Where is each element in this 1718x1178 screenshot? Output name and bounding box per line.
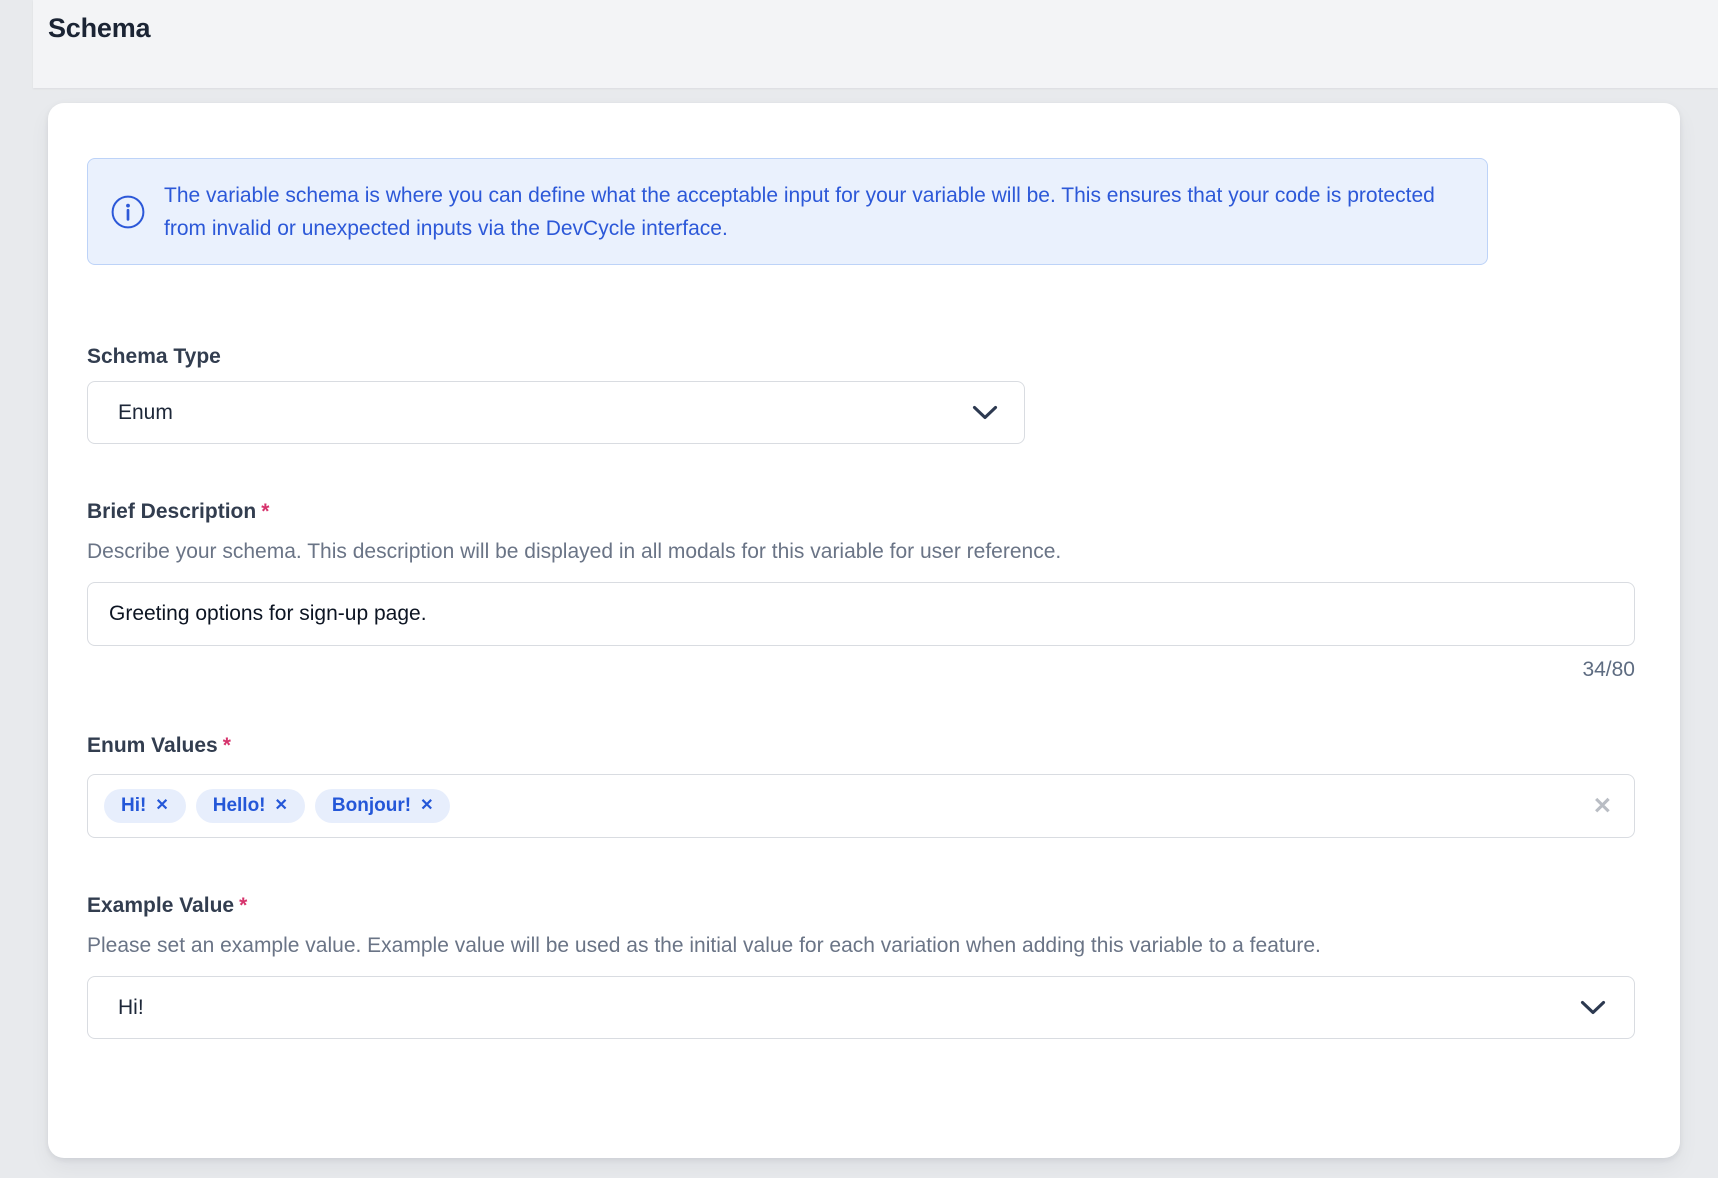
enum-tag: Hello! ✕ [196, 789, 305, 823]
clear-all-icon[interactable]: ✕ [1593, 795, 1612, 818]
example-value-selected: Hi! [118, 996, 144, 1020]
enum-values-input[interactable]: Hi! ✕ Hello! ✕ Bonjour! ✕ ✕ [87, 774, 1635, 838]
schema-type-value: Enum [118, 401, 173, 425]
chevron-down-icon [972, 405, 998, 420]
page-title: Schema [48, 13, 1718, 44]
example-value-select[interactable]: Hi! [87, 976, 1635, 1039]
required-asterisk: * [239, 894, 247, 917]
info-banner-text: The variable schema is where you can def… [164, 179, 1457, 245]
enum-tag-label: Hello! [213, 795, 266, 817]
enum-tag: Hi! ✕ [104, 789, 186, 823]
schema-type-select[interactable]: Enum [87, 381, 1025, 444]
example-value-label: Example Value* [87, 894, 1635, 918]
required-asterisk: * [261, 500, 269, 523]
info-banner: The variable schema is where you can def… [87, 158, 1488, 265]
tag-remove-icon[interactable]: ✕ [275, 798, 288, 814]
schema-type-field: Schema Type Enum [87, 345, 1635, 444]
brief-description-field: Brief Description* Describe your schema.… [87, 500, 1635, 682]
info-icon [111, 195, 145, 229]
enum-values-label: Enum Values* [87, 734, 1635, 758]
tag-remove-icon[interactable]: ✕ [420, 798, 433, 814]
brief-description-helper: Describe your schema. This description w… [87, 540, 1635, 564]
enum-tag: Bonjour! ✕ [315, 789, 451, 823]
enum-values-field: Enum Values* Hi! ✕ Hello! ✕ Bonjour! ✕ ✕ [87, 734, 1635, 838]
char-counter: 34/80 [87, 658, 1635, 682]
brief-description-label: Brief Description* [87, 500, 1635, 524]
tag-remove-icon[interactable]: ✕ [155, 798, 168, 814]
schema-type-label: Schema Type [87, 345, 1635, 369]
enum-tag-label: Bonjour! [332, 795, 411, 817]
enum-tag-label: Hi! [121, 795, 146, 817]
page-header: Schema [33, 0, 1718, 88]
brief-description-input[interactable] [87, 582, 1635, 646]
schema-card: The variable schema is where you can def… [48, 103, 1680, 1158]
required-asterisk: * [223, 734, 231, 757]
example-value-helper: Please set an example value. Example val… [87, 934, 1635, 958]
example-value-field: Example Value* Please set an example val… [87, 894, 1635, 1039]
chevron-down-icon [1580, 1000, 1606, 1015]
